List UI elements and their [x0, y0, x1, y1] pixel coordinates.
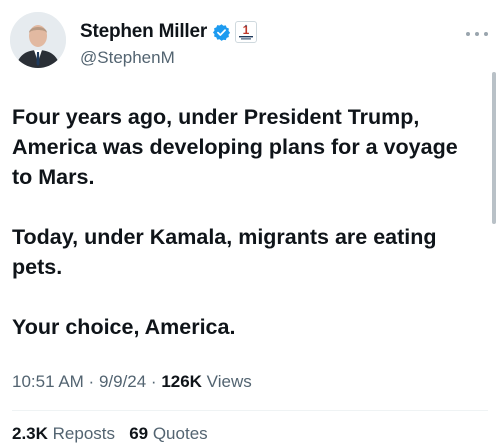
display-name[interactable]: Stephen Miller — [80, 21, 207, 43]
tweet-paragraph: Your choice, America. — [12, 315, 236, 339]
user-handle[interactable]: @StephenM — [80, 48, 175, 68]
tweet-paragraph: Today, under Kamala, migrants are eating… — [12, 225, 437, 279]
tweet-stats: 2.3K Reposts 69 Quotes — [12, 424, 208, 444]
tweet-time[interactable]: 10:51 AM — [12, 372, 84, 391]
quotes-count: 69 — [129, 424, 149, 443]
scrollbar[interactable] — [492, 72, 496, 224]
quotes-stat[interactable]: 69 Quotes — [129, 424, 207, 443]
tweet-date[interactable]: 9/9/24 — [99, 372, 146, 391]
tweet-text: Four years ago, under President Trump, A… — [12, 102, 482, 342]
reposts-stat[interactable]: 2.3K Reposts — [12, 424, 115, 443]
views-label: Views — [201, 372, 252, 391]
profile-photo-icon — [10, 12, 66, 68]
verified-badge-icon — [213, 23, 231, 41]
meta-separator: · — [146, 372, 162, 391]
dot — [484, 32, 488, 36]
dot — [466, 32, 470, 36]
quotes-label: Quotes — [148, 424, 208, 443]
tweet-paragraph: Four years ago, under President Trump, A… — [12, 105, 458, 189]
affiliation-logo-icon: 1 — [239, 23, 254, 40]
divider — [12, 410, 488, 411]
name-row: Stephen Miller 1 — [80, 20, 258, 44]
reposts-label: Reposts — [47, 424, 116, 443]
more-options-icon[interactable] — [466, 28, 488, 40]
tweet-meta: 10:51 AM · 9/9/24 · 126K Views — [12, 372, 252, 392]
meta-separator: · — [83, 372, 99, 391]
tweet-header: Stephen Miller 1 @StephenM — [10, 8, 490, 70]
dot — [475, 32, 479, 36]
affiliation-badge-icon[interactable]: 1 — [235, 21, 258, 43]
avatar[interactable] — [10, 12, 66, 68]
tweet-card: Stephen Miller 1 @StephenM Four years ag — [0, 0, 500, 448]
views-count: 126K — [161, 372, 202, 391]
reposts-count: 2.3K — [12, 424, 48, 443]
